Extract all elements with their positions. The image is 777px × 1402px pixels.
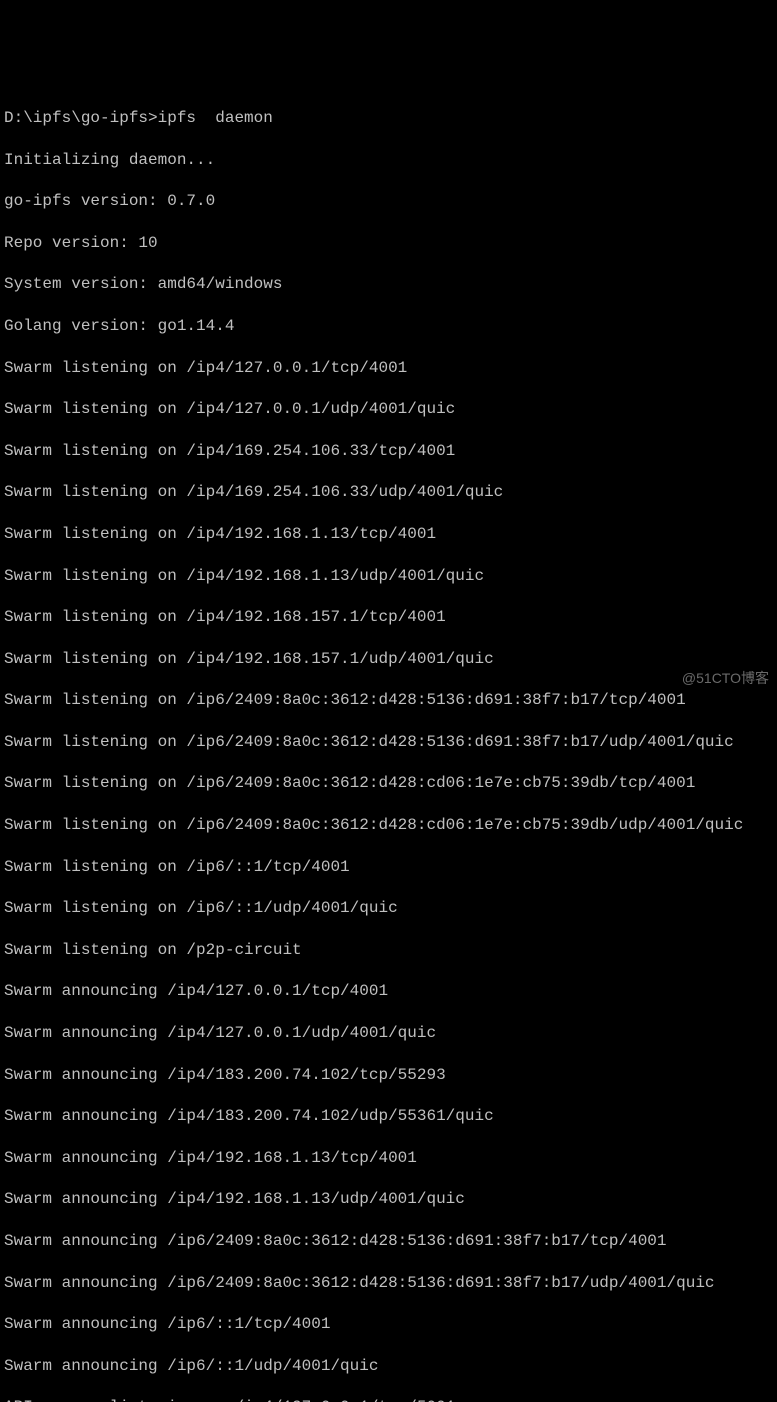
output-line: Swarm listening on /ip4/127.0.0.1/udp/40… (4, 399, 773, 420)
output-line: Swarm announcing /ip4/192.168.1.13/tcp/4… (4, 1148, 773, 1169)
output-line: Swarm listening on /ip4/169.254.106.33/u… (4, 482, 773, 503)
output-line: Swarm listening on /ip4/169.254.106.33/t… (4, 441, 773, 462)
output-line: Swarm announcing /ip4/127.0.0.1/tcp/4001 (4, 981, 773, 1002)
output-line: Swarm announcing /ip4/192.168.1.13/udp/4… (4, 1189, 773, 1210)
output-line: Swarm announcing /ip4/183.200.74.102/udp… (4, 1106, 773, 1127)
output-line: Swarm listening on /ip4/192.168.1.13/udp… (4, 566, 773, 587)
output-line: Swarm announcing /ip6/::1/udp/4001/quic (4, 1356, 773, 1377)
output-line: System version: amd64/windows (4, 274, 773, 295)
output-line: Swarm announcing /ip4/127.0.0.1/udp/4001… (4, 1023, 773, 1044)
prompt-line: D:\ipfs\go-ipfs>ipfs daemon (4, 108, 773, 129)
output-line: Swarm announcing /ip4/183.200.74.102/tcp… (4, 1065, 773, 1086)
output-line: Repo version: 10 (4, 233, 773, 254)
output-line: Swarm listening on /ip4/192.168.1.13/tcp… (4, 524, 773, 545)
output-line: Swarm listening on /ip6/2409:8a0c:3612:d… (4, 815, 773, 836)
output-line: Swarm listening on /ip6/2409:8a0c:3612:d… (4, 773, 773, 794)
output-line: Swarm listening on /ip4/192.168.157.1/ud… (4, 649, 773, 670)
output-line: Swarm announcing /ip6/2409:8a0c:3612:d42… (4, 1273, 773, 1294)
output-line: Swarm listening on /p2p-circuit (4, 940, 773, 961)
terminal-output[interactable]: D:\ipfs\go-ipfs>ipfs daemon Initializing… (4, 87, 773, 1402)
output-line: Swarm listening on /ip4/192.168.157.1/tc… (4, 607, 773, 628)
output-line: API server listening on /ip4/127.0.0.1/t… (4, 1397, 773, 1402)
output-line: Swarm listening on /ip6/2409:8a0c:3612:d… (4, 732, 773, 753)
output-line: Swarm announcing /ip6/::1/tcp/4001 (4, 1314, 773, 1335)
output-line: Swarm listening on /ip6/::1/udp/4001/qui… (4, 898, 773, 919)
output-line: Golang version: go1.14.4 (4, 316, 773, 337)
output-line: Swarm listening on /ip4/127.0.0.1/tcp/40… (4, 358, 773, 379)
output-line: Swarm announcing /ip6/2409:8a0c:3612:d42… (4, 1231, 773, 1252)
output-line: Swarm listening on /ip6/::1/tcp/4001 (4, 857, 773, 878)
output-line: Initializing daemon... (4, 150, 773, 171)
output-line: go-ipfs version: 0.7.0 (4, 191, 773, 212)
watermark: @51CTO博客 (682, 669, 769, 687)
